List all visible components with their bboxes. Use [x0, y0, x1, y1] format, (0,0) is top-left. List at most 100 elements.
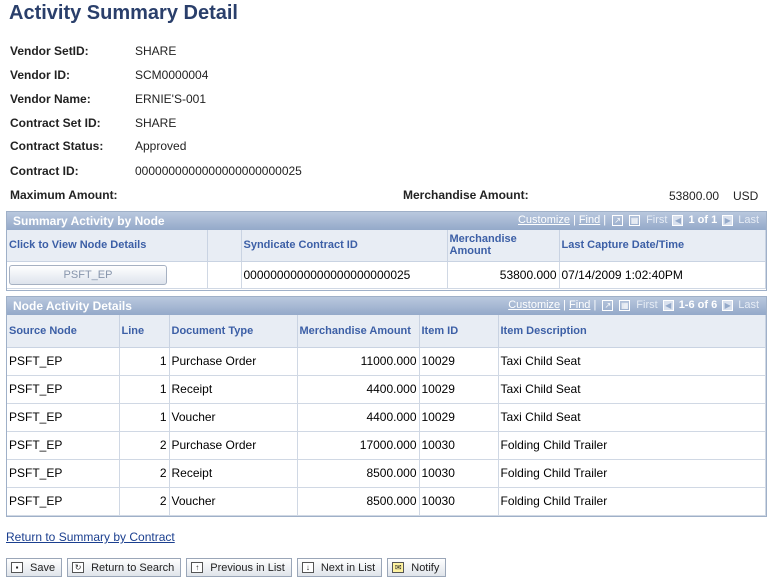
- save-button-label: Save: [30, 561, 56, 574]
- prev-arrow-icon[interactable]: ◀: [662, 299, 674, 311]
- vendor-name-label: Vendor Name:: [10, 92, 91, 106]
- source-node-cell: PSFT_EP: [7, 459, 120, 488]
- col-header-document-type: Document Type: [169, 315, 298, 348]
- item-id-cell: 10029: [419, 403, 499, 432]
- node-button-cell: PSFT_EP: [7, 261, 208, 289]
- merchandise-amount-cell: 17000.000: [297, 431, 420, 460]
- merchandise-amount-cell: 4400.000: [297, 375, 420, 404]
- notify-icon: ✉: [392, 562, 405, 573]
- node-activity-grid: Node Activity Details Customize | Find |…: [6, 296, 767, 517]
- summary-grid-header: Summary Activity by Node Customize | Fin…: [7, 212, 766, 230]
- nav-separator: |: [572, 214, 576, 226]
- summary-find-link[interactable]: Find: [579, 214, 600, 226]
- line-cell: 2: [119, 487, 170, 516]
- document-type-cell: Receipt: [169, 375, 298, 404]
- item-id-cell: 10029: [419, 375, 499, 404]
- next-in-list-label: Next in List: [320, 561, 376, 574]
- nav-separator: |: [593, 299, 597, 311]
- contract-status-value: Approved: [135, 139, 187, 153]
- vendor-setid-value: SHARE: [135, 44, 177, 58]
- source-node-cell: PSFT_EP: [7, 347, 120, 376]
- summary-table: Click to View Node Details Syndicate Con…: [7, 230, 766, 289]
- return-to-search-button[interactable]: ↻ Return to Search: [67, 558, 182, 577]
- next-arrow-icon[interactable]: ▶: [722, 214, 734, 226]
- item-description-cell: Folding Child Trailer: [498, 431, 766, 460]
- vendor-setid-label: Vendor SetID:: [10, 44, 89, 58]
- contract-status-label: Contract Status:: [10, 139, 104, 153]
- download-grid-icon[interactable]: ▦: [619, 299, 631, 311]
- contract-setid-value: SHARE: [135, 116, 177, 130]
- document-type-cell: Purchase Order: [169, 347, 298, 376]
- node-first-label: First: [636, 299, 658, 311]
- node-grid-title: Node Activity Details: [13, 299, 132, 313]
- bottom-toolbar: ▪ Save ↻ Return to Search ↑ Previous in …: [6, 558, 451, 577]
- node-find-link[interactable]: Find: [569, 299, 590, 311]
- node-grid-nav: Customize | Find | ↗ ▦ First ◀ 1-6 of 6 …: [508, 299, 762, 311]
- document-type-cell: Voucher: [169, 487, 298, 516]
- merchandise-amount-cell: 4400.000: [297, 403, 420, 432]
- table-row: PSFT_EP 1 Voucher 4400.000 10029 Taxi Ch…: [7, 403, 766, 432]
- merchandise-amount-cell: 11000.000: [297, 347, 420, 376]
- table-row: PSFT_EP 2 Receipt 8500.000 10030 Folding…: [7, 459, 766, 488]
- summary-last-label: Last: [738, 214, 759, 226]
- save-button[interactable]: ▪ Save: [6, 558, 63, 577]
- contract-id-value: 0000000000000000000000025: [135, 164, 302, 178]
- col-header-merchandise-amount: Merchandise Amount: [447, 230, 560, 262]
- col-header-syndicate-contract-id: Syndicate Contract ID: [241, 230, 448, 262]
- previous-in-list-button[interactable]: ↑ Previous in List: [186, 558, 292, 577]
- contract-id-label: Contract ID:: [10, 164, 79, 178]
- col-header-last-capture: Last Capture Date/Time: [559, 230, 766, 262]
- item-description-cell: Taxi Child Seat: [498, 347, 766, 376]
- summary-grid-nav: Customize | Find | ↗ ▦ First ◀ 1 of 1 ▶ …: [518, 214, 762, 226]
- vendor-name-value: ERNIE'S-001: [135, 92, 206, 106]
- download-grid-icon[interactable]: ▦: [629, 214, 641, 226]
- source-node-cell: PSFT_EP: [7, 403, 120, 432]
- psft-ep-node-button[interactable]: PSFT_EP: [9, 264, 167, 285]
- next-arrow-icon[interactable]: ▶: [722, 299, 734, 311]
- summary-customize-link[interactable]: Customize: [518, 214, 570, 226]
- item-id-cell: 10030: [419, 431, 499, 460]
- maximum-amount-label: Maximum Amount:: [10, 188, 118, 202]
- document-type-cell: Voucher: [169, 403, 298, 432]
- nav-separator: |: [563, 299, 567, 311]
- node-customize-link[interactable]: Customize: [508, 299, 560, 311]
- merchandise-amount-cell: 8500.000: [297, 459, 420, 488]
- col-header-view-node: Click to View Node Details: [7, 230, 208, 262]
- source-node-cell: PSFT_EP: [7, 431, 120, 460]
- item-description-cell: Folding Child Trailer: [498, 487, 766, 516]
- contract-setid-label: Contract Set ID:: [10, 116, 101, 130]
- summary-header-row: Click to View Node Details Syndicate Con…: [7, 230, 766, 262]
- blank-cell: [207, 261, 242, 289]
- table-row: PSFT_EP 2 Voucher 8500.000 10030 Folding…: [7, 487, 766, 516]
- next-icon: ↓: [301, 562, 314, 573]
- last-capture-cell: 07/14/2009 1:02:40PM: [559, 261, 766, 289]
- vendor-id-value: SCM0000004: [135, 68, 209, 82]
- item-description-cell: Taxi Child Seat: [498, 403, 766, 432]
- syndicate-contract-id-cell: 0000000000000000000000025: [241, 261, 448, 289]
- source-node-cell: PSFT_EP: [7, 487, 120, 516]
- page-title: Activity Summary Detail: [9, 2, 238, 24]
- merchandise-amount-label: Merchandise Amount:: [403, 188, 529, 202]
- prev-arrow-icon[interactable]: ◀: [672, 214, 684, 226]
- summary-first-label: First: [646, 214, 668, 226]
- notify-button[interactable]: ✉ Notify: [387, 558, 447, 577]
- return-to-summary-link[interactable]: Return to Summary by Contract: [6, 530, 175, 544]
- return-to-search-label: Return to Search: [91, 561, 175, 574]
- line-cell: 1: [119, 403, 170, 432]
- table-row: PSFT_EP 0000000000000000000000025 53800.…: [7, 261, 766, 289]
- table-row: PSFT_EP 1 Receipt 4400.000 10029 Taxi Ch…: [7, 375, 766, 404]
- node-activity-table: Source Node Line Document Type Merchandi…: [7, 315, 766, 516]
- item-id-cell: 10030: [419, 487, 499, 516]
- notify-label: Notify: [411, 561, 440, 574]
- next-in-list-button[interactable]: ↓ Next in List: [296, 558, 383, 577]
- summary-grid-title: Summary Activity by Node: [13, 214, 165, 228]
- col-header-source-node: Source Node: [7, 315, 120, 348]
- table-row: PSFT_EP 2 Purchase Order 17000.000 10030…: [7, 431, 766, 460]
- view-all-icon[interactable]: ↗: [612, 214, 624, 226]
- nav-separator: |: [603, 214, 607, 226]
- item-description-cell: Taxi Child Seat: [498, 375, 766, 404]
- line-cell: 2: [119, 431, 170, 460]
- node-count: 1-6 of 6: [678, 299, 718, 311]
- previous-icon: ↑: [191, 562, 204, 573]
- view-all-icon[interactable]: ↗: [602, 299, 614, 311]
